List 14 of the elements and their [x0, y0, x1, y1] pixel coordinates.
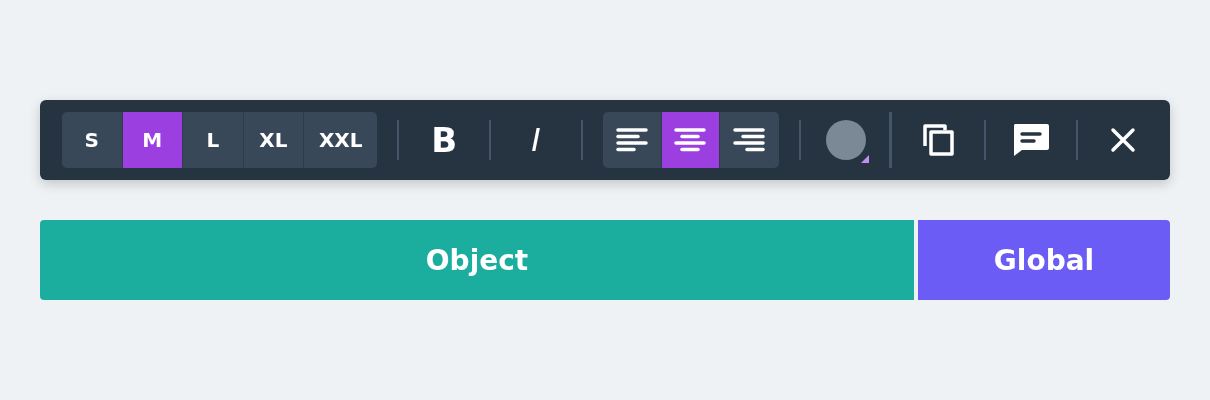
italic-button[interactable]: I — [511, 115, 561, 165]
align-icon — [615, 127, 648, 153]
size-button[interactable]: XXL — [304, 112, 378, 168]
size-button[interactable]: S — [62, 112, 123, 168]
align-center-button[interactable] — [661, 112, 721, 168]
size-button[interactable]: L — [183, 112, 244, 168]
align-icon — [733, 127, 766, 153]
corner-icon — [860, 155, 869, 163]
scope-button[interactable]: Global — [918, 220, 1170, 300]
bold-button[interactable]: B — [419, 115, 470, 165]
align-icon — [674, 127, 707, 153]
close-icon — [1109, 127, 1136, 153]
size-button[interactable]: M — [122, 112, 184, 168]
size-button[interactable]: XL — [243, 112, 305, 168]
